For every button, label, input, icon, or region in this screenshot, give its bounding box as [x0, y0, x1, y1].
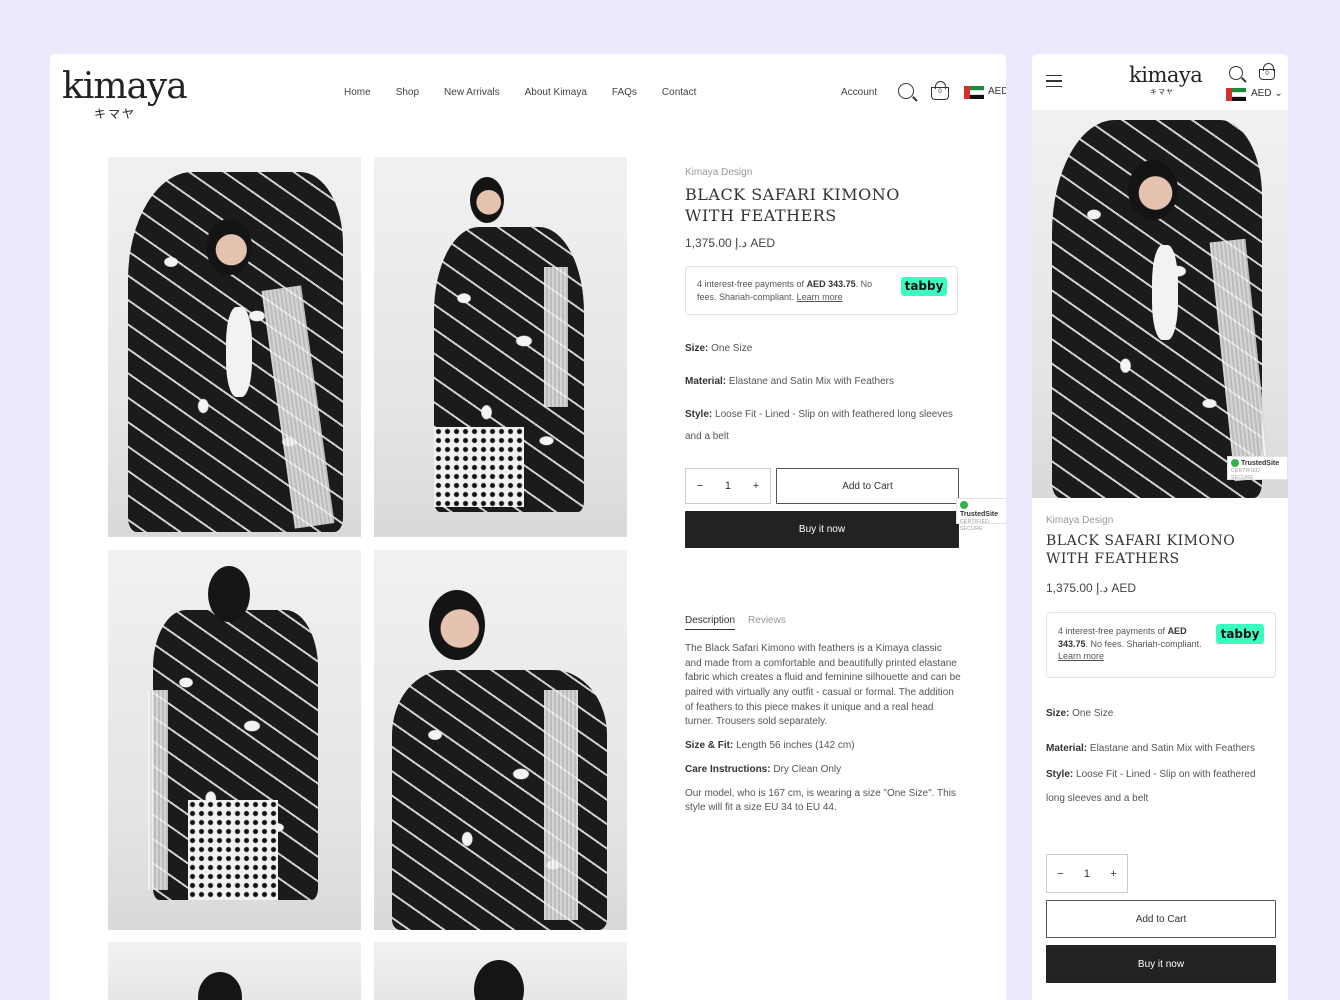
search-icon[interactable]	[898, 83, 914, 99]
brand-logo[interactable]: kimaya	[62, 66, 188, 107]
product-specs: Size: One Size Material: Elastane and Sa…	[685, 343, 953, 442]
product-price-mobile: 1,375.00 د.إ AED	[1046, 581, 1137, 595]
brand-logo-subtitle: キマヤ	[94, 107, 137, 121]
spec-material: Elastane and Satin Mix with Feathers	[726, 376, 894, 387]
product-price: 1,375.00 د.إ AED	[685, 236, 776, 250]
add-to-cart-button-mobile[interactable]: Add to Cart	[1046, 900, 1276, 938]
search-icon[interactable]	[1229, 66, 1243, 80]
currency-selector-mobile[interactable]: AED ⌄	[1251, 88, 1283, 99]
buy-now-button[interactable]: Buy it now	[685, 511, 959, 548]
nav-new-arrivals[interactable]: New Arrivals	[444, 87, 500, 98]
trustedsite-badge[interactable]: TrustedSite CERTIFIED SECURE	[956, 498, 1006, 532]
qty-value[interactable]: 1	[725, 480, 731, 492]
trustedsite-badge-mobile[interactable]: TrustedSite CERTIFIED SECURE	[1227, 456, 1288, 481]
mobile-view: kimaya キマヤ 0 AED ⌄ TrustedSite CERTIFIED…	[1032, 54, 1288, 1000]
buy-now-button-mobile[interactable]: Buy it now	[1046, 945, 1276, 983]
qty-increase-button-mobile[interactable]: +	[1110, 868, 1116, 880]
care-value: Dry Clean Only	[770, 763, 842, 775]
spec-style-mobile: Loose Fit - Lined - Slip on with feather…	[1046, 769, 1256, 804]
model-note: Our model, who is 167 cm, is wearing a s…	[685, 787, 956, 814]
nav-shop[interactable]: Shop	[396, 87, 419, 98]
size-fit-value: Length 56 inches (142 cm)	[733, 740, 855, 752]
nav-faqs[interactable]: FAQs	[612, 87, 637, 98]
basket-icon[interactable]: 0	[1259, 63, 1275, 80]
tabby-learn-more-link[interactable]: Learn more	[797, 292, 843, 302]
brand-logo-mobile[interactable]: kimaya	[1129, 63, 1203, 87]
tabby-widget: 4 interest-free payments of AED 343.75. …	[685, 266, 958, 315]
description-body: The Black Safari Kimono with feathers is…	[685, 643, 961, 728]
quantity-stepper: − 1 +	[685, 468, 771, 504]
tabby-text: 4 interest-free payments of AED 343.75. …	[697, 279, 873, 302]
tabby-widget-mobile: 4 interest-free payments of AED 343.75. …	[1046, 612, 1276, 678]
product-vendor[interactable]: Kimaya Design	[685, 167, 752, 178]
nav-home[interactable]: Home	[344, 87, 371, 98]
spec-size: One Size	[708, 343, 753, 354]
spec-material-mobile: Elastane and Satin Mix with Feathers	[1087, 743, 1255, 754]
spec-style: Loose Fit - Lined - Slip on with feather…	[685, 409, 953, 442]
spec-size-mobile: One Size	[1069, 708, 1114, 719]
cart-count-mobile: 0	[1265, 71, 1269, 77]
tabby-text-mobile: 4 interest-free payments of AED 343.75. …	[1058, 626, 1202, 662]
nav-about[interactable]: About Kimaya	[525, 87, 587, 98]
currency-selector[interactable]: AED	[988, 86, 1006, 97]
tabby-logo: tabby	[901, 277, 947, 296]
product-image-3[interactable]	[108, 550, 361, 930]
brand-logo-subtitle-mobile: キマヤ	[1150, 88, 1174, 96]
product-image-4[interactable]	[374, 550, 627, 930]
product-title-mobile: BLACK SAFARI KIMONO WITH FEATHERS	[1046, 533, 1236, 568]
check-icon	[1231, 459, 1239, 468]
quantity-stepper-mobile: − 1 +	[1046, 854, 1128, 893]
product-image-mobile[interactable]	[1032, 110, 1288, 498]
product-image-6[interactable]	[374, 942, 627, 1000]
add-to-cart-button[interactable]: Add to Cart	[776, 468, 959, 504]
product-tabs: Description Reviews	[685, 615, 786, 630]
desktop-view: kimaya キマヤ Home Shop New Arrivals About …	[50, 54, 1006, 1000]
tab-description[interactable]: Description	[685, 615, 736, 630]
basket-icon[interactable]: 0	[931, 81, 949, 100]
product-image-2[interactable]	[374, 157, 627, 537]
main-nav: Home Shop New Arrivals About Kimaya FAQs…	[344, 87, 696, 98]
product-title: BLACK SAFARI KIMONO WITH FEATHERS	[685, 185, 900, 225]
tab-reviews[interactable]: Reviews	[748, 615, 786, 630]
product-specs-mobile: Size: One Size Material: Elastane and Sa…	[1046, 708, 1256, 804]
qty-value-mobile[interactable]: 1	[1084, 868, 1090, 880]
uae-flag-icon[interactable]	[964, 86, 984, 99]
qty-increase-button[interactable]: +	[753, 480, 759, 492]
uae-flag-icon[interactable]	[1226, 88, 1246, 101]
nav-contact[interactable]: Contact	[662, 87, 696, 98]
cart-count: 0	[938, 89, 942, 95]
menu-icon[interactable]	[1046, 75, 1062, 87]
description-panel: The Black Safari Kimono with feathers is…	[685, 642, 961, 825]
qty-decrease-button[interactable]: −	[697, 480, 703, 492]
canvas: kimaya キマヤ Home Shop New Arrivals About …	[0, 0, 1340, 1000]
tabby-learn-more-link-mobile[interactable]: Learn more	[1058, 651, 1104, 661]
qty-decrease-button-mobile[interactable]: −	[1057, 868, 1063, 880]
product-image-5[interactable]	[108, 942, 361, 1000]
check-icon	[960, 501, 968, 510]
product-vendor-mobile[interactable]: Kimaya Design	[1046, 515, 1113, 526]
account-link[interactable]: Account	[841, 87, 877, 98]
tabby-logo-mobile: tabby	[1216, 624, 1264, 644]
product-image-1[interactable]	[108, 157, 361, 537]
